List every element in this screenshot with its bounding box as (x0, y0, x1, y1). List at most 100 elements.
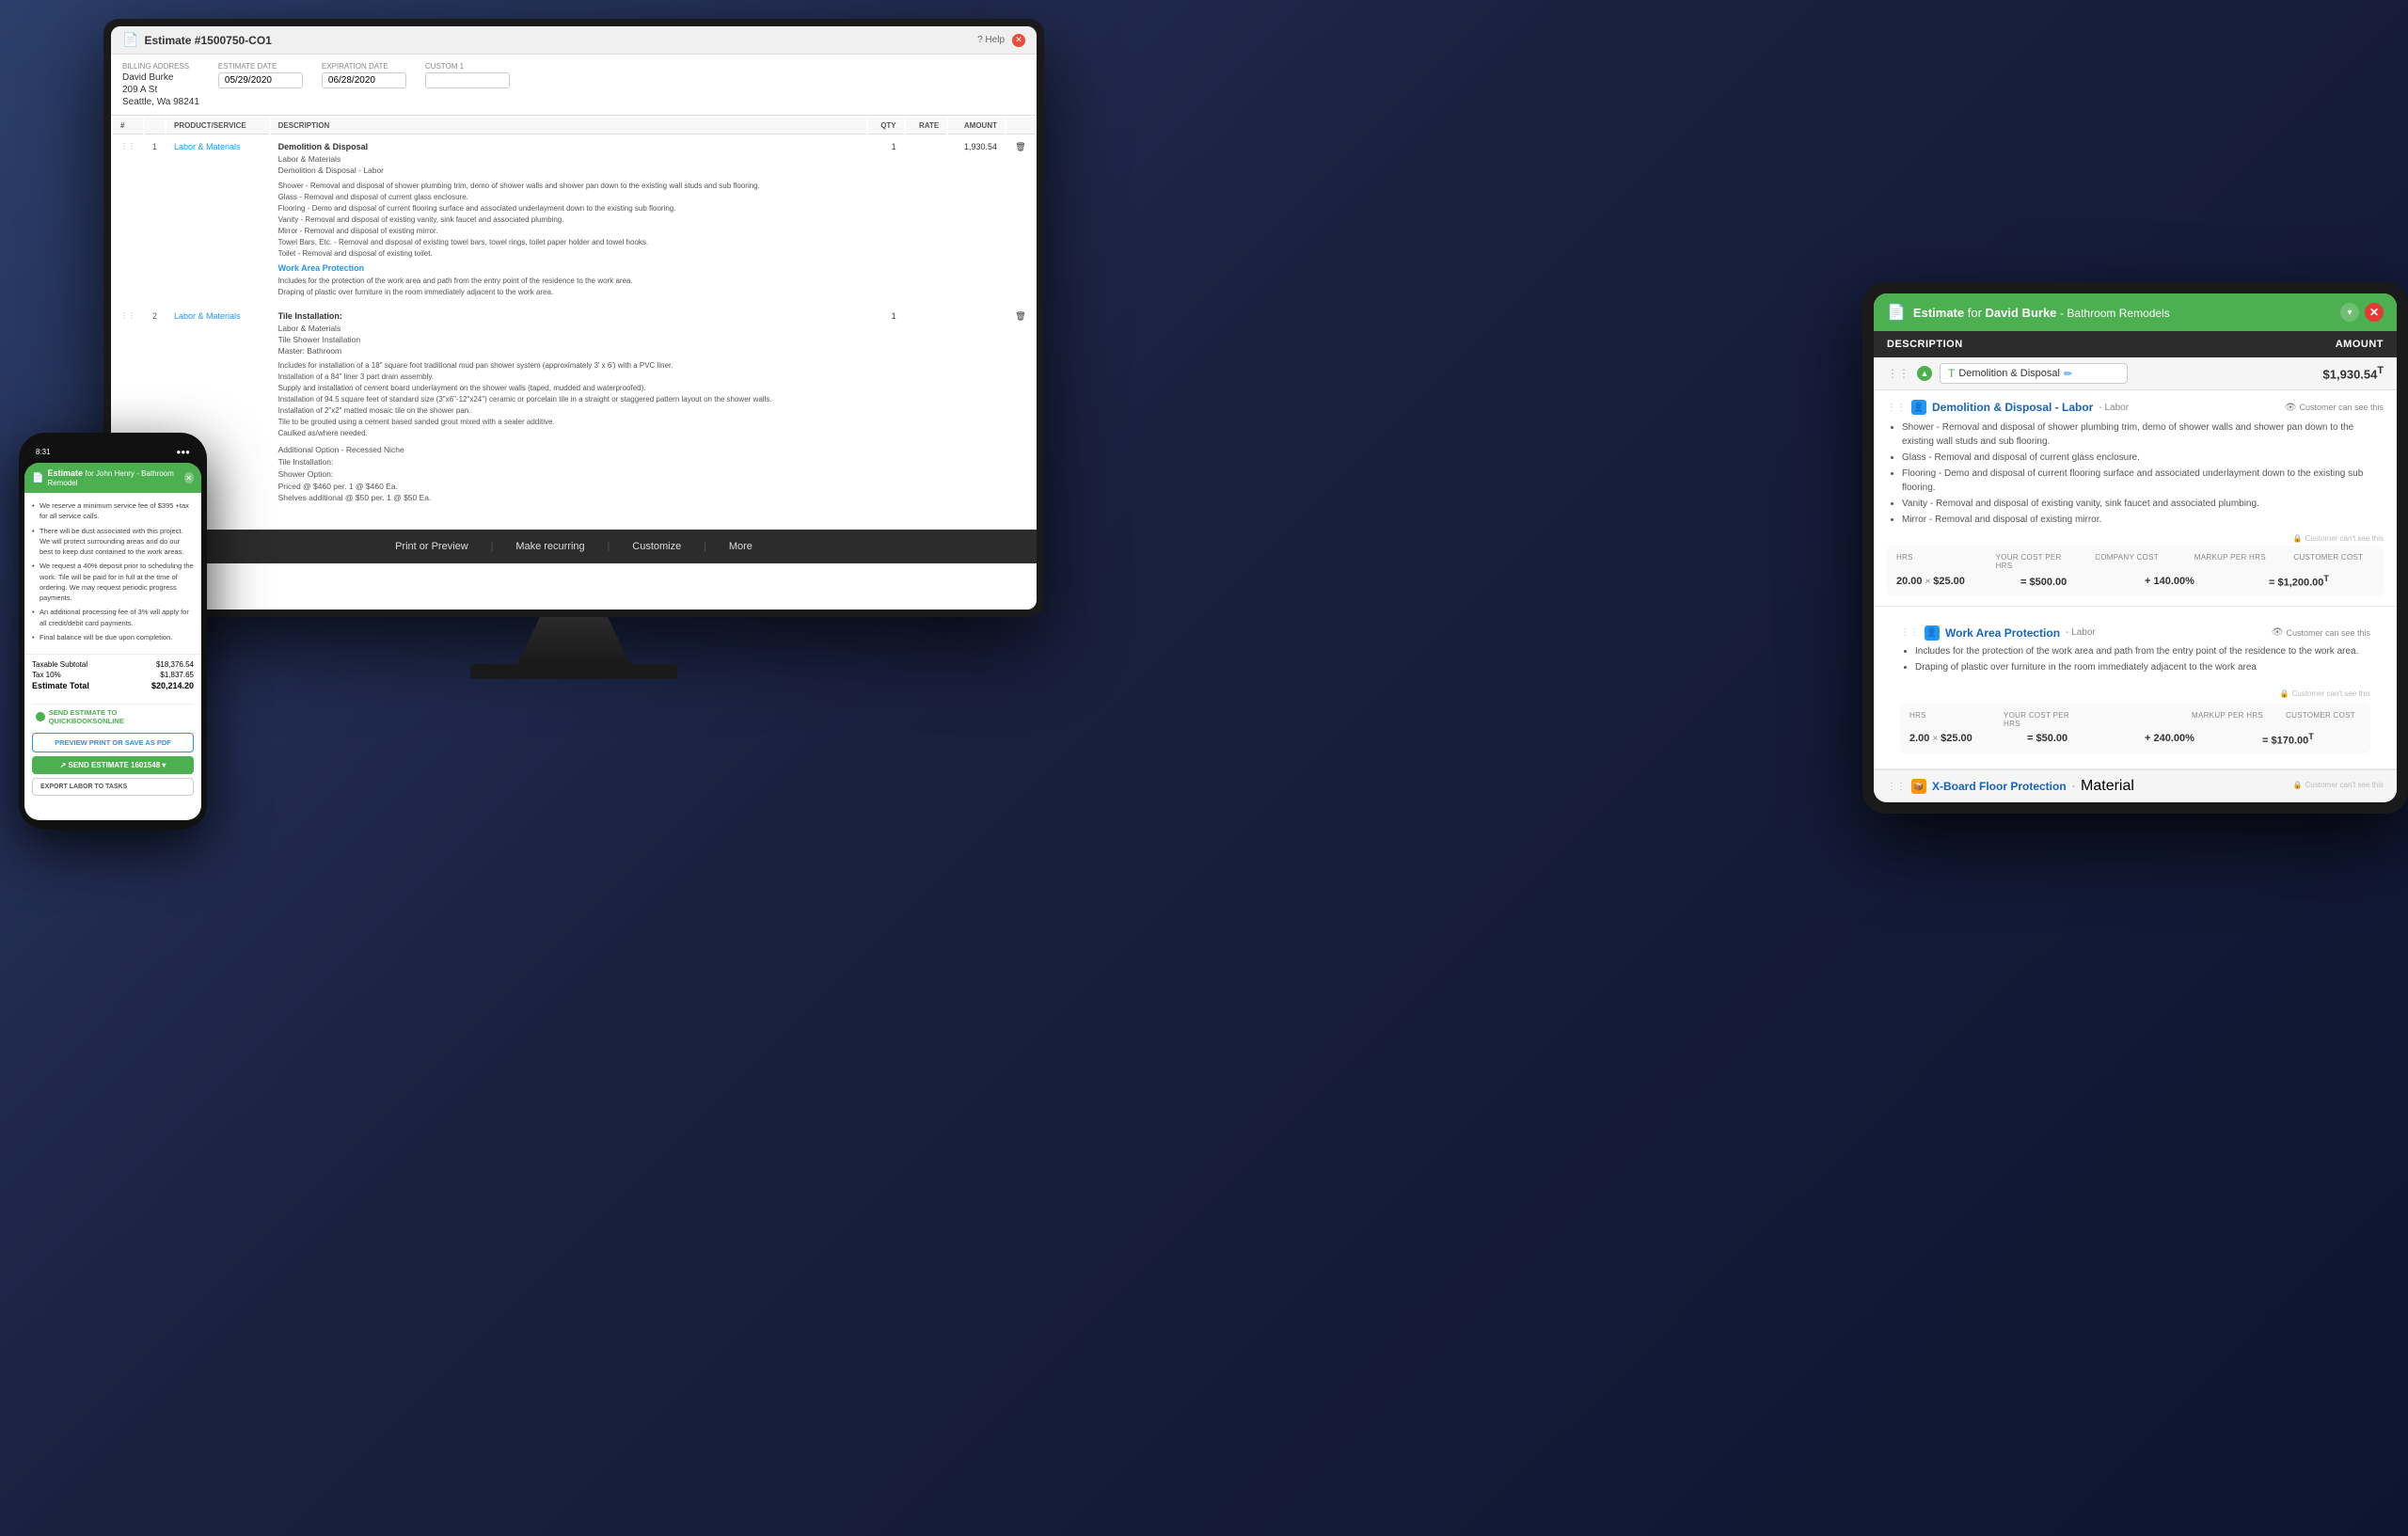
section-drag-handle[interactable]: ⋮⋮ (1887, 367, 1909, 380)
customize-button[interactable]: Customize (625, 537, 689, 556)
phone-body: 8:31 ●●● 📄 Estimate for John Henry - Bat… (19, 433, 207, 830)
row1-product: Labor & Materials (166, 136, 269, 304)
tablet-titlebar: 📄 Estimate for David Burke - Bathroom Re… (1874, 293, 2397, 331)
item-2-cant-see: 🔒 Customer can't see this (1887, 689, 2384, 698)
xboard-drag-handle[interactable]: ⋮⋮ (1887, 782, 1906, 792)
item-2-drag-handle[interactable]: ⋮⋮ (1900, 627, 1919, 638)
custom1-input[interactable] (425, 72, 510, 88)
eye-closed-icon-1: 🔒 (2293, 534, 2303, 543)
item-1-customer-see: Customer can see this (2299, 403, 2384, 412)
eye-icon-1: 👁 (2285, 403, 2297, 413)
amount-col-header: AMOUNT (948, 118, 1005, 135)
estimate-table: # PRODUCT/SERVICE DESCRIPTION QTY RATE A… (111, 116, 1037, 512)
monitor-base (470, 664, 677, 679)
taxable-subtotal-row: Taxable Subtotal $18,376.54 (32, 660, 194, 669)
estimate-title-area: 📄 Estimate #1500750-CO1 (122, 32, 272, 48)
item-2-customer-see: Customer can see this (2286, 628, 2370, 638)
xboard-item: ⋮⋮ 📦 X-Board Floor Protection - Material… (1874, 769, 2397, 802)
labor-item-2: ⋮⋮ 👤 Work Area Protection - Labor 👁 Cust… (1874, 607, 2397, 770)
item-1-customer-badge: 👁 Customer can see this (2285, 403, 2384, 413)
estimate-header: Billing address David Burke 209 A St Sea… (111, 55, 1037, 116)
costs-header-2: HRS Your Cost Per HRS Markup Per HRS Cus… (1909, 711, 2361, 728)
monitor-stand (517, 617, 630, 664)
expiration-date-input[interactable] (322, 72, 406, 88)
more-button[interactable]: More (721, 537, 760, 556)
make-recurring-button[interactable]: Make recurring (508, 537, 592, 556)
tablet-content: ⋮⋮ ▲ T Demolition & Disposal ✏ $1,930.54… (1874, 357, 2397, 802)
item-2-labor-icon: 👤 (1925, 625, 1940, 641)
section-edit-icon[interactable]: ✏ (2064, 368, 2072, 380)
qbo-icon (36, 712, 45, 721)
estimate-total-row: Estimate Total $20,214.20 (32, 681, 194, 690)
estimate-total-value: $20,214.20 (151, 681, 194, 690)
bullet-1: We reserve a minimum service fee of $395… (32, 500, 194, 522)
custom1-label: Custom 1 (425, 62, 510, 71)
phone-close-button[interactable]: ✕ (184, 472, 194, 483)
item-1-cant-see: 🔒 Customer can't see this (1887, 534, 2384, 543)
tablet-col-headers: DESCRIPTION AMOUNT (1874, 331, 2397, 357)
item-2-description: Includes for the protection of the work … (1887, 644, 2384, 682)
bullet-5: Final balance will be due upon completio… (32, 632, 194, 642)
estimate-date-input[interactable] (218, 72, 303, 88)
costs-values-2: 2.00 × $25.00 = $50.00 + 240.00% (1909, 732, 2361, 747)
tablet-for-label: for (1968, 306, 1986, 320)
section-collapse-button[interactable]: ▲ (1917, 366, 1932, 381)
taxable-subtotal-label: Taxable Subtotal (32, 660, 87, 669)
phone-signal: ●●● (177, 448, 191, 456)
billing-address: 209 A St (122, 85, 199, 95)
section-input-text: Demolition & Disposal (1958, 368, 2060, 379)
section-title-area: ⋮⋮ ▲ T Demolition & Disposal ✏ (1887, 363, 2128, 384)
help-link[interactable]: ? Help (977, 35, 1005, 45)
estimate-window: 📄 Estimate #1500750-CO1 ? Help ✕ Billing… (111, 26, 1037, 610)
item-1-type: - Labor (2099, 403, 2129, 413)
billing-address-field: Billing address David Burke 209 A St Sea… (122, 62, 199, 107)
item-1-name: Demolition & Disposal - Labor (1932, 401, 2093, 414)
item-2-hrs: 2.00 × $25.00 (1909, 733, 2008, 744)
tablet-expand-button[interactable]: ▾ (2340, 303, 2359, 322)
bullet-4: An additional processing fee of 3% will … (32, 607, 194, 628)
window-close-button[interactable]: ✕ (1012, 34, 1025, 47)
markup-label: Markup Per HRS (2194, 553, 2275, 570)
preview-print-button[interactable]: PREVIEW PRINT OR SAVE AS PDF (32, 733, 194, 752)
bullet-2: There will be dust associated with this … (32, 526, 194, 558)
phone-actions: SEND ESTIMATE TO QUICKBOOKSONLINE PREVIE… (24, 698, 201, 801)
estimate-total-label: Estimate Total (32, 681, 89, 690)
row2-description: Tile Installation: Labor & Materials Til… (271, 306, 866, 510)
item-1-description: Shower - Removal and disposal of shower … (1887, 420, 2384, 527)
estimate-titlebar: 📄 Estimate #1500750-CO1 ? Help ✕ (111, 26, 1037, 55)
company-cost-label-2 (2098, 711, 2173, 728)
send-estimate-button[interactable]: ↗ SEND ESTIMATE 1601548 ▾ (32, 756, 194, 774)
taxable-subtotal-value: $18,376.54 (156, 660, 194, 669)
send-qbo-label[interactable]: SEND ESTIMATE TO QUICKBOOKSONLINE (49, 708, 190, 725)
phone-time: 8:31 (36, 448, 51, 456)
item-1-markup: + 140.00% (2145, 576, 2250, 587)
item-2-name: Work Area Protection (1945, 626, 2060, 640)
item-1-customer-cost: = $1,200.00T (2269, 574, 2374, 589)
labor-item-1-header: ⋮⋮ 👤 Demolition & Disposal - Labor - Lab… (1887, 400, 2384, 415)
xboard-type: - (2072, 782, 2075, 792)
phone-screen: 📄 Estimate for John Henry - Bathroom Rem… (24, 463, 201, 820)
qty-col-header: QTY (868, 118, 904, 135)
tablet-title-text: Estimate for David Burke - Bathroom Remo… (1913, 306, 2170, 320)
eye-closed-icon-2: 🔒 (2280, 689, 2289, 698)
tablet-body: 📄 Estimate for David Burke - Bathroom Re… (1862, 282, 2408, 814)
estimate-date-label: Estimate date (218, 62, 303, 71)
export-labor-button[interactable]: EXPORT LABOR TO TASKS (32, 778, 194, 796)
item-1-hrs: 20.00 × $25.00 (1896, 576, 2002, 587)
tablet-amount-header: AMOUNT (2252, 339, 2384, 350)
expiration-date-field: Expiration date (322, 62, 406, 88)
item-2-type: - Labor (2066, 627, 2096, 638)
tablet-close-button[interactable]: ✕ (2365, 303, 2384, 322)
section-name-input[interactable]: T Demolition & Disposal ✏ (1940, 363, 2128, 384)
print-preview-button[interactable]: Print or Preview (388, 537, 476, 556)
document-icon: 📄 (122, 32, 138, 48)
send-estimate-dropdown[interactable]: ▾ (162, 761, 166, 769)
item-2-customer-cost: = $170.00T (2262, 732, 2361, 747)
eye-icon-2: 👁 (2272, 627, 2284, 638)
billing-city: Seattle, Wa 98241 (122, 97, 199, 107)
item-1-drag-handle[interactable]: ⋮⋮ (1887, 403, 1906, 413)
your-cost-label: Your Cost Per HRS (1996, 553, 2077, 570)
item-1-company-cost: = $500.00 (2020, 575, 2126, 588)
phone-title: Estimate for John Henry - Bathroom Remod… (47, 468, 183, 487)
description-col-header: DESCRIPTION (271, 118, 866, 135)
